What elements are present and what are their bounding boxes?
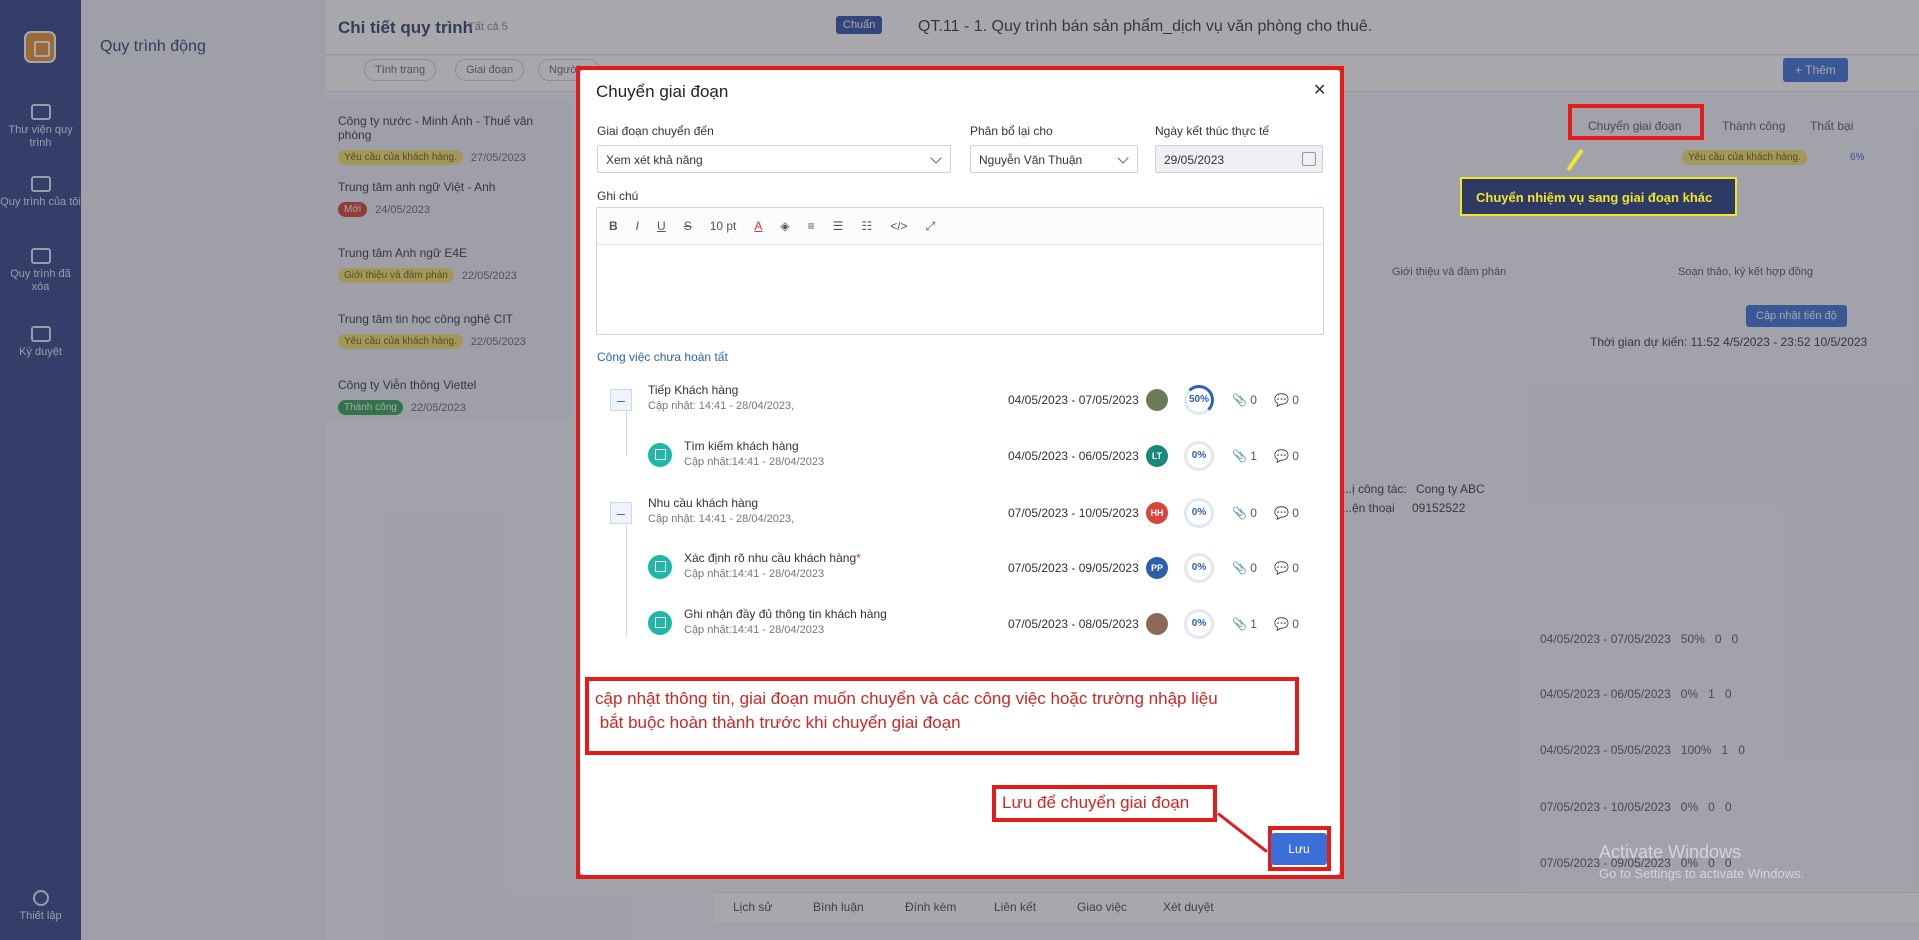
task-progress: 0% bbox=[1184, 498, 1214, 528]
avatar bbox=[1146, 613, 1168, 635]
avatar: PP bbox=[1146, 557, 1168, 579]
task-dates: 04/05/2023 - 06/05/2023 bbox=[1008, 449, 1139, 463]
comment-count: 💬 0 bbox=[1274, 393, 1299, 407]
note-label: Ghi chú bbox=[597, 189, 639, 203]
collapse-icon[interactable]: – bbox=[610, 389, 632, 411]
close-icon[interactable]: ✕ bbox=[1313, 80, 1326, 100]
text-color-icon[interactable]: A bbox=[754, 219, 762, 233]
avatar: LT bbox=[1146, 445, 1168, 467]
task-row[interactable]: Xác định rõ nhu cầu khách hàng* Cập nhật… bbox=[598, 541, 1316, 597]
italic-icon[interactable]: I bbox=[636, 219, 639, 233]
watermark-subtitle: Go to Settings to activate Windows. bbox=[1599, 866, 1805, 881]
annotation-frame bbox=[585, 677, 1299, 755]
bullet-list-icon[interactable]: ☰ bbox=[833, 219, 844, 233]
pending-tasks-title: Công việc chưa hoàn tất bbox=[597, 350, 728, 364]
task-dates: 07/05/2023 - 08/05/2023 bbox=[1008, 617, 1139, 631]
task-check-icon[interactable] bbox=[648, 443, 672, 467]
avatar: HH bbox=[1146, 502, 1168, 524]
annotation-frame bbox=[992, 785, 1217, 822]
task-dates: 07/05/2023 - 10/05/2023 bbox=[1008, 506, 1139, 520]
task-dates: 04/05/2023 - 07/05/2023 bbox=[1008, 393, 1139, 407]
attachment-count: 📎 0 bbox=[1232, 561, 1257, 575]
chevron-down-icon bbox=[930, 152, 942, 164]
task-row[interactable]: – Tiếp Khách hàng Cập nhật: 14:41 - 28/0… bbox=[598, 373, 1316, 429]
end-date-label: Ngày kết thúc thực tế bbox=[1155, 124, 1270, 138]
end-date-input[interactable]: 29/05/2023 bbox=[1155, 145, 1323, 173]
task-progress: 0% bbox=[1184, 441, 1214, 471]
code-icon[interactable]: </> bbox=[890, 219, 907, 233]
stage-label: Giai đoạn chuyển đến bbox=[597, 124, 714, 138]
align-icon[interactable]: ≡ bbox=[808, 219, 815, 233]
task-dates: 07/05/2023 - 09/05/2023 bbox=[1008, 561, 1139, 575]
assign-select[interactable]: Nguyễn Văn Thuận bbox=[970, 145, 1138, 173]
font-size-select[interactable]: 10 pt bbox=[710, 219, 737, 233]
chevron-down-icon bbox=[1117, 152, 1129, 164]
save-button[interactable]: Lưu bbox=[1271, 833, 1327, 865]
expand-icon[interactable]: ⤢ bbox=[926, 219, 936, 234]
attachment-count: 📎 0 bbox=[1232, 506, 1257, 520]
comment-count: 💬 0 bbox=[1274, 561, 1299, 575]
annotation-frame bbox=[1568, 104, 1704, 140]
dialog-title: Chuyển giai đoạn bbox=[596, 82, 729, 101]
task-row[interactable]: Ghi nhận đầy đủ thông tin khách hàng Cập… bbox=[598, 597, 1316, 653]
task-check-icon[interactable] bbox=[648, 555, 672, 579]
calendar-icon[interactable] bbox=[1302, 152, 1316, 166]
task-row[interactable]: Tìm kiếm khách hàng Cập nhật:14:41 - 28/… bbox=[598, 429, 1316, 485]
comment-count: 💬 0 bbox=[1274, 449, 1299, 463]
stage-select[interactable]: Xem xét khả năng bbox=[597, 145, 951, 173]
task-progress: 0% bbox=[1184, 553, 1214, 583]
strikethrough-icon[interactable]: S bbox=[684, 219, 692, 233]
attachment-count: 📎 1 bbox=[1232, 449, 1257, 463]
move-hint-note: Chuyển nhiệm vụ sang giai đoạn khác bbox=[1460, 177, 1737, 216]
assign-label: Phân bổ lại cho bbox=[970, 124, 1053, 138]
task-progress: 0% bbox=[1184, 609, 1214, 639]
comment-count: 💬 0 bbox=[1274, 506, 1299, 520]
editor-toolbar: B I U S 10 pt A ◈ ≡ ☰ ☷ </> ⤢ bbox=[597, 208, 1323, 245]
highlight-icon[interactable]: ◈ bbox=[780, 219, 789, 233]
collapse-icon[interactable]: – bbox=[610, 502, 632, 524]
task-progress: 50% bbox=[1184, 385, 1214, 415]
task-check-icon[interactable] bbox=[648, 611, 672, 635]
avatar bbox=[1146, 389, 1168, 411]
attachment-count: 📎 1 bbox=[1232, 617, 1257, 631]
numbered-list-icon[interactable]: ☷ bbox=[861, 219, 872, 233]
watermark-title: Activate Windows bbox=[1599, 842, 1742, 862]
attachment-count: 📎 0 bbox=[1232, 393, 1257, 407]
task-row[interactable]: – Nhu cầu khách hàng Cập nhật: 14:41 - 2… bbox=[598, 486, 1316, 542]
comment-count: 💬 0 bbox=[1274, 617, 1299, 631]
bold-icon[interactable]: B bbox=[609, 219, 618, 233]
note-editor[interactable]: B I U S 10 pt A ◈ ≡ ☰ ☷ </> ⤢ bbox=[596, 207, 1324, 335]
underline-icon[interactable]: U bbox=[657, 219, 666, 233]
